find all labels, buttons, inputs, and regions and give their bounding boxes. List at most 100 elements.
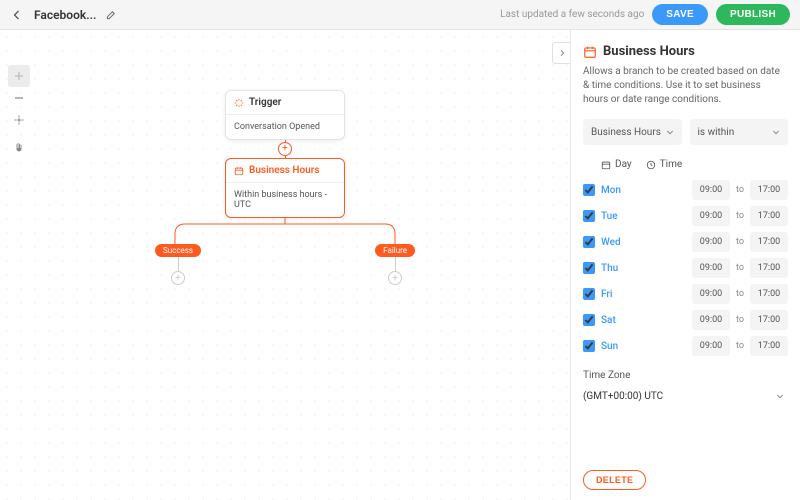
sidebar-title-text: Business Hours — [603, 44, 695, 59]
business-hours-node-title: Business Hours — [249, 165, 319, 176]
canvas-tools — [8, 65, 30, 159]
day-checkbox[interactable] — [583, 314, 595, 326]
calendar-icon — [234, 166, 244, 176]
day-row: Sun 09:00 to 17:00 — [583, 336, 788, 356]
zoom-out-button[interactable] — [8, 87, 30, 109]
mode-tabs: Day Time — [583, 159, 788, 170]
day-row: Sat 09:00 to 17:00 — [583, 310, 788, 330]
day-checkbox[interactable] — [583, 288, 595, 300]
sidebar-description: Allows a branch to be created based on d… — [583, 65, 788, 107]
delete-button[interactable]: DELETE — [583, 470, 646, 490]
time-to-input[interactable]: 17:00 — [750, 258, 788, 278]
time-to-input[interactable]: 17:00 — [750, 232, 788, 252]
connector-1: + — [285, 140, 286, 158]
field-select-value: Business Hours — [591, 127, 661, 138]
success-connector — [178, 257, 179, 271]
condition-select-value: is within — [698, 127, 735, 138]
day-label: Sun — [601, 341, 627, 352]
branch-row: Success + Failure + — [155, 244, 415, 285]
time-from-input[interactable]: 09:00 — [692, 310, 730, 330]
branch-connector — [155, 218, 415, 244]
last-updated-label: Last updated a few seconds ago — [500, 9, 644, 20]
save-button[interactable]: SAVE — [652, 4, 708, 25]
flow-container: Trigger Conversation Opened + Business H… — [155, 90, 415, 285]
chevron-down-icon — [666, 128, 674, 136]
to-label: to — [736, 289, 744, 299]
timezone-section: Time Zone (GMT+00:00) UTC — [583, 370, 788, 407]
day-tab[interactable]: Day — [601, 159, 632, 170]
to-label: to — [736, 185, 744, 195]
day-row: Mon 09:00 to 17:00 — [583, 180, 788, 200]
calendar-icon — [601, 160, 611, 170]
pan-button[interactable] — [8, 137, 30, 159]
to-label: to — [736, 315, 744, 325]
trigger-node-body: Conversation Opened — [226, 115, 344, 139]
time-to-input[interactable]: 17:00 — [750, 336, 788, 356]
time-to-input[interactable]: 17:00 — [750, 284, 788, 304]
fit-view-button[interactable] — [8, 109, 30, 131]
trigger-node-title: Trigger — [249, 97, 281, 108]
header-bar: Facebook... Last updated a few seconds a… — [0, 0, 800, 30]
day-row: Wed 09:00 to 17:00 — [583, 232, 788, 252]
time-from-input[interactable]: 09:00 — [692, 232, 730, 252]
days-list: Mon 09:00 to 17:00 Tue 09:00 to 17:00 Wed 09:00 to… — [583, 180, 788, 356]
back-button[interactable] — [10, 8, 24, 22]
day-row: Fri 09:00 to 17:00 — [583, 284, 788, 304]
clock-icon — [646, 160, 656, 170]
success-branch: Success + — [155, 244, 201, 285]
header-left: Facebook... — [10, 8, 118, 22]
time-to-input[interactable]: 17:00 — [750, 206, 788, 226]
add-success-step[interactable]: + — [171, 271, 185, 285]
time-to-input[interactable]: 17:00 — [750, 310, 788, 330]
timezone-select[interactable]: (GMT+00:00) UTC — [583, 385, 788, 407]
time-tab-label: Time — [660, 159, 682, 170]
timezone-label: Time Zone — [583, 370, 788, 381]
day-checkbox[interactable] — [583, 236, 595, 248]
pencil-icon[interactable] — [106, 9, 118, 21]
time-from-input[interactable]: 09:00 — [692, 284, 730, 304]
time-to-input[interactable]: 17:00 — [750, 180, 788, 200]
trigger-icon — [234, 98, 244, 108]
calendar-icon — [583, 45, 597, 59]
day-label: Thu — [601, 263, 627, 274]
day-row: Thu 09:00 to 17:00 — [583, 258, 788, 278]
business-hours-node-header: Business Hours — [226, 159, 344, 183]
time-from-input[interactable]: 09:00 — [692, 180, 730, 200]
day-checkbox[interactable] — [583, 262, 595, 274]
day-row: Tue 09:00 to 17:00 — [583, 206, 788, 226]
day-label: Mon — [601, 185, 627, 196]
success-pill[interactable]: Success — [155, 244, 201, 257]
trigger-node[interactable]: Trigger Conversation Opened — [225, 90, 345, 140]
business-hours-node-body: Within business hours - UTC — [226, 183, 344, 217]
business-hours-node[interactable]: Business Hours Within business hours - U… — [225, 158, 345, 218]
flow-canvas[interactable]: Trigger Conversation Opened + Business H… — [0, 30, 570, 500]
day-label: Sat — [601, 315, 627, 326]
failure-connector — [395, 257, 396, 271]
add-step-button[interactable]: + — [278, 142, 292, 156]
time-tab[interactable]: Time — [646, 159, 682, 170]
condition-select[interactable]: is within — [690, 119, 789, 145]
day-tab-label: Day — [615, 159, 632, 170]
day-label: Fri — [601, 289, 627, 300]
time-from-input[interactable]: 09:00 — [692, 206, 730, 226]
to-label: to — [736, 341, 744, 351]
add-failure-step[interactable]: + — [388, 271, 402, 285]
day-checkbox[interactable] — [583, 210, 595, 222]
day-checkbox[interactable] — [583, 184, 595, 196]
time-from-input[interactable]: 09:00 — [692, 258, 730, 278]
chevron-down-icon — [772, 128, 780, 136]
field-select[interactable]: Business Hours — [583, 119, 682, 145]
properties-sidebar: Business Hours Allows a branch to be cre… — [570, 30, 800, 500]
time-from-input[interactable]: 09:00 — [692, 336, 730, 356]
zoom-in-button[interactable] — [8, 65, 30, 87]
day-label: Wed — [601, 237, 627, 248]
to-label: to — [736, 211, 744, 221]
failure-pill[interactable]: Failure — [375, 244, 415, 257]
to-label: to — [736, 237, 744, 247]
condition-selects: Business Hours is within — [583, 119, 788, 145]
to-label: to — [736, 263, 744, 273]
collapse-sidebar-button[interactable] — [552, 42, 570, 64]
day-checkbox[interactable] — [583, 340, 595, 352]
publish-button[interactable]: PUBLISH — [716, 4, 790, 25]
day-label: Tue — [601, 211, 627, 222]
